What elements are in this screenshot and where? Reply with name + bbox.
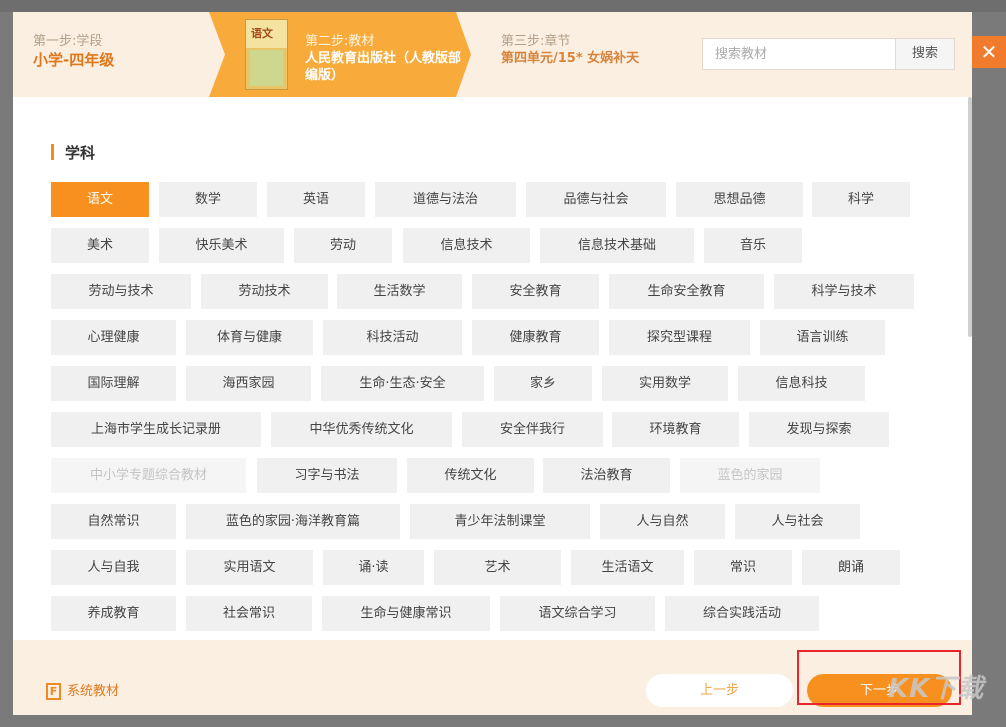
textbook-icon: F	[46, 683, 61, 700]
subject-tag[interactable]: 语言训练	[760, 320, 885, 355]
subject-tag[interactable]: 习字与书法	[257, 458, 397, 493]
page-background-top	[0, 0, 1006, 12]
subject-tag[interactable]: 海西家园	[186, 366, 311, 401]
step-3-title: 第三步:章节	[501, 34, 639, 50]
subject-tag[interactable]: 信息科技	[738, 366, 865, 401]
subject-tag[interactable]: 英语	[267, 182, 365, 217]
step-2-title: 第二步:教材	[305, 34, 465, 50]
subject-list: 语文数学英语道德与法治品德与社会思想品德科学美术快乐美术劳动信息技术信息技术基础…	[51, 182, 931, 640]
step-2-text: 第二步:教材 人民教育出版社（人教版部编版）	[305, 34, 465, 84]
subject-tag[interactable]: 生活数学	[337, 274, 462, 309]
subject-tag[interactable]: 信息技术	[403, 228, 530, 263]
close-icon[interactable]: ✕	[972, 36, 1006, 68]
subject-tag[interactable]: 社会常识	[186, 596, 312, 631]
subject-tag[interactable]: 综合实践活动	[665, 596, 819, 631]
section-accent-bar	[51, 144, 54, 160]
subject-tag[interactable]: 语文	[51, 182, 149, 217]
subject-tag[interactable]: 家乡	[494, 366, 592, 401]
previous-step-button[interactable]: 上一步	[646, 674, 793, 707]
subject-tag[interactable]: 数学	[159, 182, 257, 217]
subject-tag[interactable]: 语文综合学习	[500, 596, 655, 631]
step-1-grade[interactable]: 第一步:学段 小学-四年级	[33, 34, 114, 70]
subject-tag[interactable]: 心理健康	[51, 320, 176, 355]
subject-tag[interactable]: 科学与技术	[774, 274, 914, 309]
subject-tag[interactable]: 朗诵	[802, 550, 900, 585]
subject-tag[interactable]: 道德与法治	[375, 182, 516, 217]
system-textbook-link[interactable]: 系统教材	[67, 683, 119, 700]
search-button[interactable]: 搜索	[895, 39, 954, 69]
step-1-value: 小学-四年级	[33, 50, 114, 70]
textbook-cover-illustration	[250, 50, 283, 86]
subject-tag[interactable]: 信息技术基础	[540, 228, 694, 263]
site-watermark: KK下载	[888, 668, 984, 705]
subject-tag[interactable]: 传统文化	[407, 458, 534, 493]
subject-tag[interactable]: 美术	[51, 228, 149, 263]
subject-tag[interactable]: 生活语文	[571, 550, 684, 585]
section-title: 学科	[65, 143, 95, 163]
textbook-search: 搜索	[702, 38, 955, 70]
subject-tag[interactable]: 品德与社会	[526, 182, 666, 217]
subject-tag[interactable]: 生命·生态·安全	[321, 366, 484, 401]
subject-tag[interactable]: 人与社会	[735, 504, 860, 539]
subject-tag[interactable]: 人与自我	[51, 550, 176, 585]
step-3-chapter[interactable]: 第三步:章节 第四单元/15* 女娲补天	[501, 34, 639, 68]
step-2-value: 人民教育出版社（人教版部编版）	[305, 50, 465, 84]
textbook-cover-title: 语文	[251, 25, 273, 41]
step-3-value: 第四单元/15* 女娲补天	[501, 50, 639, 68]
step-2-textbook[interactable]: 语文 第二步:教材 人民教育出版社（人教版部编版）	[209, 12, 471, 97]
subject-tag[interactable]: 中华优秀传统文化	[271, 412, 452, 447]
subject-tag[interactable]: 科技活动	[323, 320, 462, 355]
subject-tag: 蓝色的家园	[680, 458, 820, 493]
subject-tag[interactable]: 养成教育	[51, 596, 176, 631]
subject-tag[interactable]: 自然常识	[51, 504, 176, 539]
subject-tag: 中小学专题综合教材	[51, 458, 246, 493]
subject-tag[interactable]: 国际理解	[51, 366, 176, 401]
subject-tag[interactable]: 上海市学生成长记录册	[51, 412, 261, 447]
subject-tag[interactable]: 发现与探索	[749, 412, 889, 447]
subject-tag[interactable]: 体育与健康	[186, 320, 313, 355]
textbook-cover-thumbnail: 语文	[245, 19, 288, 90]
subject-tag[interactable]: 快乐美术	[159, 228, 284, 263]
subject-tag[interactable]: 科学	[812, 182, 910, 217]
subject-tag[interactable]: 实用数学	[602, 366, 728, 401]
subject-tag[interactable]: 青少年法制课堂	[410, 504, 590, 539]
subject-tag[interactable]: 劳动	[294, 228, 392, 263]
subject-tag[interactable]: 蓝色的家园·海洋教育篇	[186, 504, 400, 539]
subject-tag[interactable]: 音乐	[704, 228, 802, 263]
subject-tag[interactable]: 常识	[694, 550, 792, 585]
step-progress-bar: 第一步:学段 小学-四年级 语文 第二步:教材 人民教育出版社（人教版部编版） …	[13, 12, 972, 97]
subject-tag[interactable]: 实用语文	[186, 550, 313, 585]
step-1-title: 第一步:学段	[33, 34, 114, 50]
subject-tag[interactable]: 安全教育	[472, 274, 599, 309]
search-input[interactable]	[703, 39, 895, 69]
subject-tag[interactable]: 环境教育	[612, 412, 739, 447]
subject-tag[interactable]: 人与自然	[600, 504, 725, 539]
subject-tag[interactable]: 诵·读	[323, 550, 424, 585]
subject-tag[interactable]: 劳动技术	[201, 274, 328, 309]
subject-tag[interactable]: 思想品德	[676, 182, 803, 217]
subject-tag[interactable]: 劳动与技术	[51, 274, 191, 309]
subject-tag[interactable]: 健康教育	[472, 320, 599, 355]
subject-tag[interactable]: 艺术	[434, 550, 561, 585]
vertical-scrollbar[interactable]	[968, 97, 972, 337]
subject-tag[interactable]: 探究型课程	[609, 320, 750, 355]
subject-tag[interactable]: 生命安全教育	[609, 274, 764, 309]
subject-tag[interactable]: 生命与健康常识	[322, 596, 490, 631]
subject-tag[interactable]: 安全伴我行	[462, 412, 603, 447]
textbook-selection-dialog: 第一步:学段 小学-四年级 语文 第二步:教材 人民教育出版社（人教版部编版） …	[13, 12, 972, 715]
subject-tag[interactable]: 法治教育	[543, 458, 670, 493]
